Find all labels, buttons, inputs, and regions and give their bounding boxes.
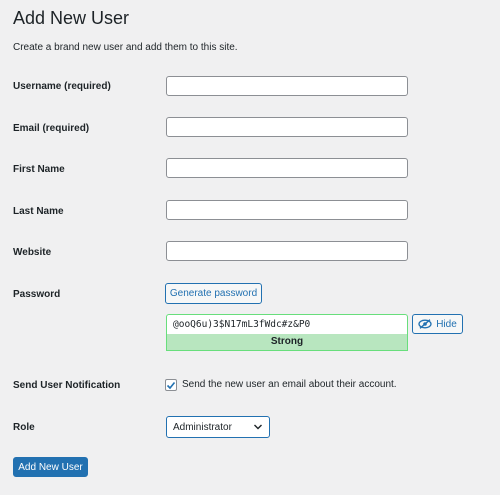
role-select[interactable]: Administrator <box>166 416 270 438</box>
password-label: Password <box>13 289 61 300</box>
username-label: Username (required) <box>13 81 111 92</box>
notification-label: Send User Notification <box>13 380 121 391</box>
hide-password-label: Hide <box>436 318 457 330</box>
notification-checkbox[interactable] <box>165 379 177 391</box>
role-label: Role <box>13 422 35 433</box>
last-name-input[interactable] <box>166 200 408 220</box>
chevron-down-icon <box>253 423 263 431</box>
notification-checkbox-text: Send the new user an email about their a… <box>182 379 397 390</box>
password-field-group: @ooQ6u)3$N17mL3fWdc#z&P0 Strong <box>166 314 408 351</box>
first-name-input[interactable] <box>166 158 408 178</box>
last-name-label: Last Name <box>13 206 64 217</box>
password-input[interactable]: @ooQ6u)3$N17mL3fWdc#z&P0 <box>166 314 408 334</box>
username-input[interactable] <box>166 76 408 96</box>
generate-password-button[interactable]: Generate password <box>165 283 262 304</box>
add-new-user-button[interactable]: Add New User <box>13 457 88 477</box>
eye-slash-icon <box>418 319 432 329</box>
role-selected-value: Administrator <box>173 421 232 433</box>
hide-password-button[interactable]: Hide <box>412 314 463 334</box>
password-strength-indicator: Strong <box>166 334 408 351</box>
add-new-user-button-label: Add New User <box>18 461 83 473</box>
checkmark-icon <box>166 381 176 390</box>
website-input[interactable] <box>166 241 408 261</box>
page-title: Add New User <box>13 8 130 28</box>
email-input[interactable] <box>166 117 408 137</box>
generate-password-label: Generate password <box>169 288 258 299</box>
page-description: Create a brand new user and add them to … <box>13 42 238 53</box>
first-name-label: First Name <box>13 164 65 175</box>
website-label: Website <box>13 247 52 258</box>
email-label: Email (required) <box>13 123 90 134</box>
